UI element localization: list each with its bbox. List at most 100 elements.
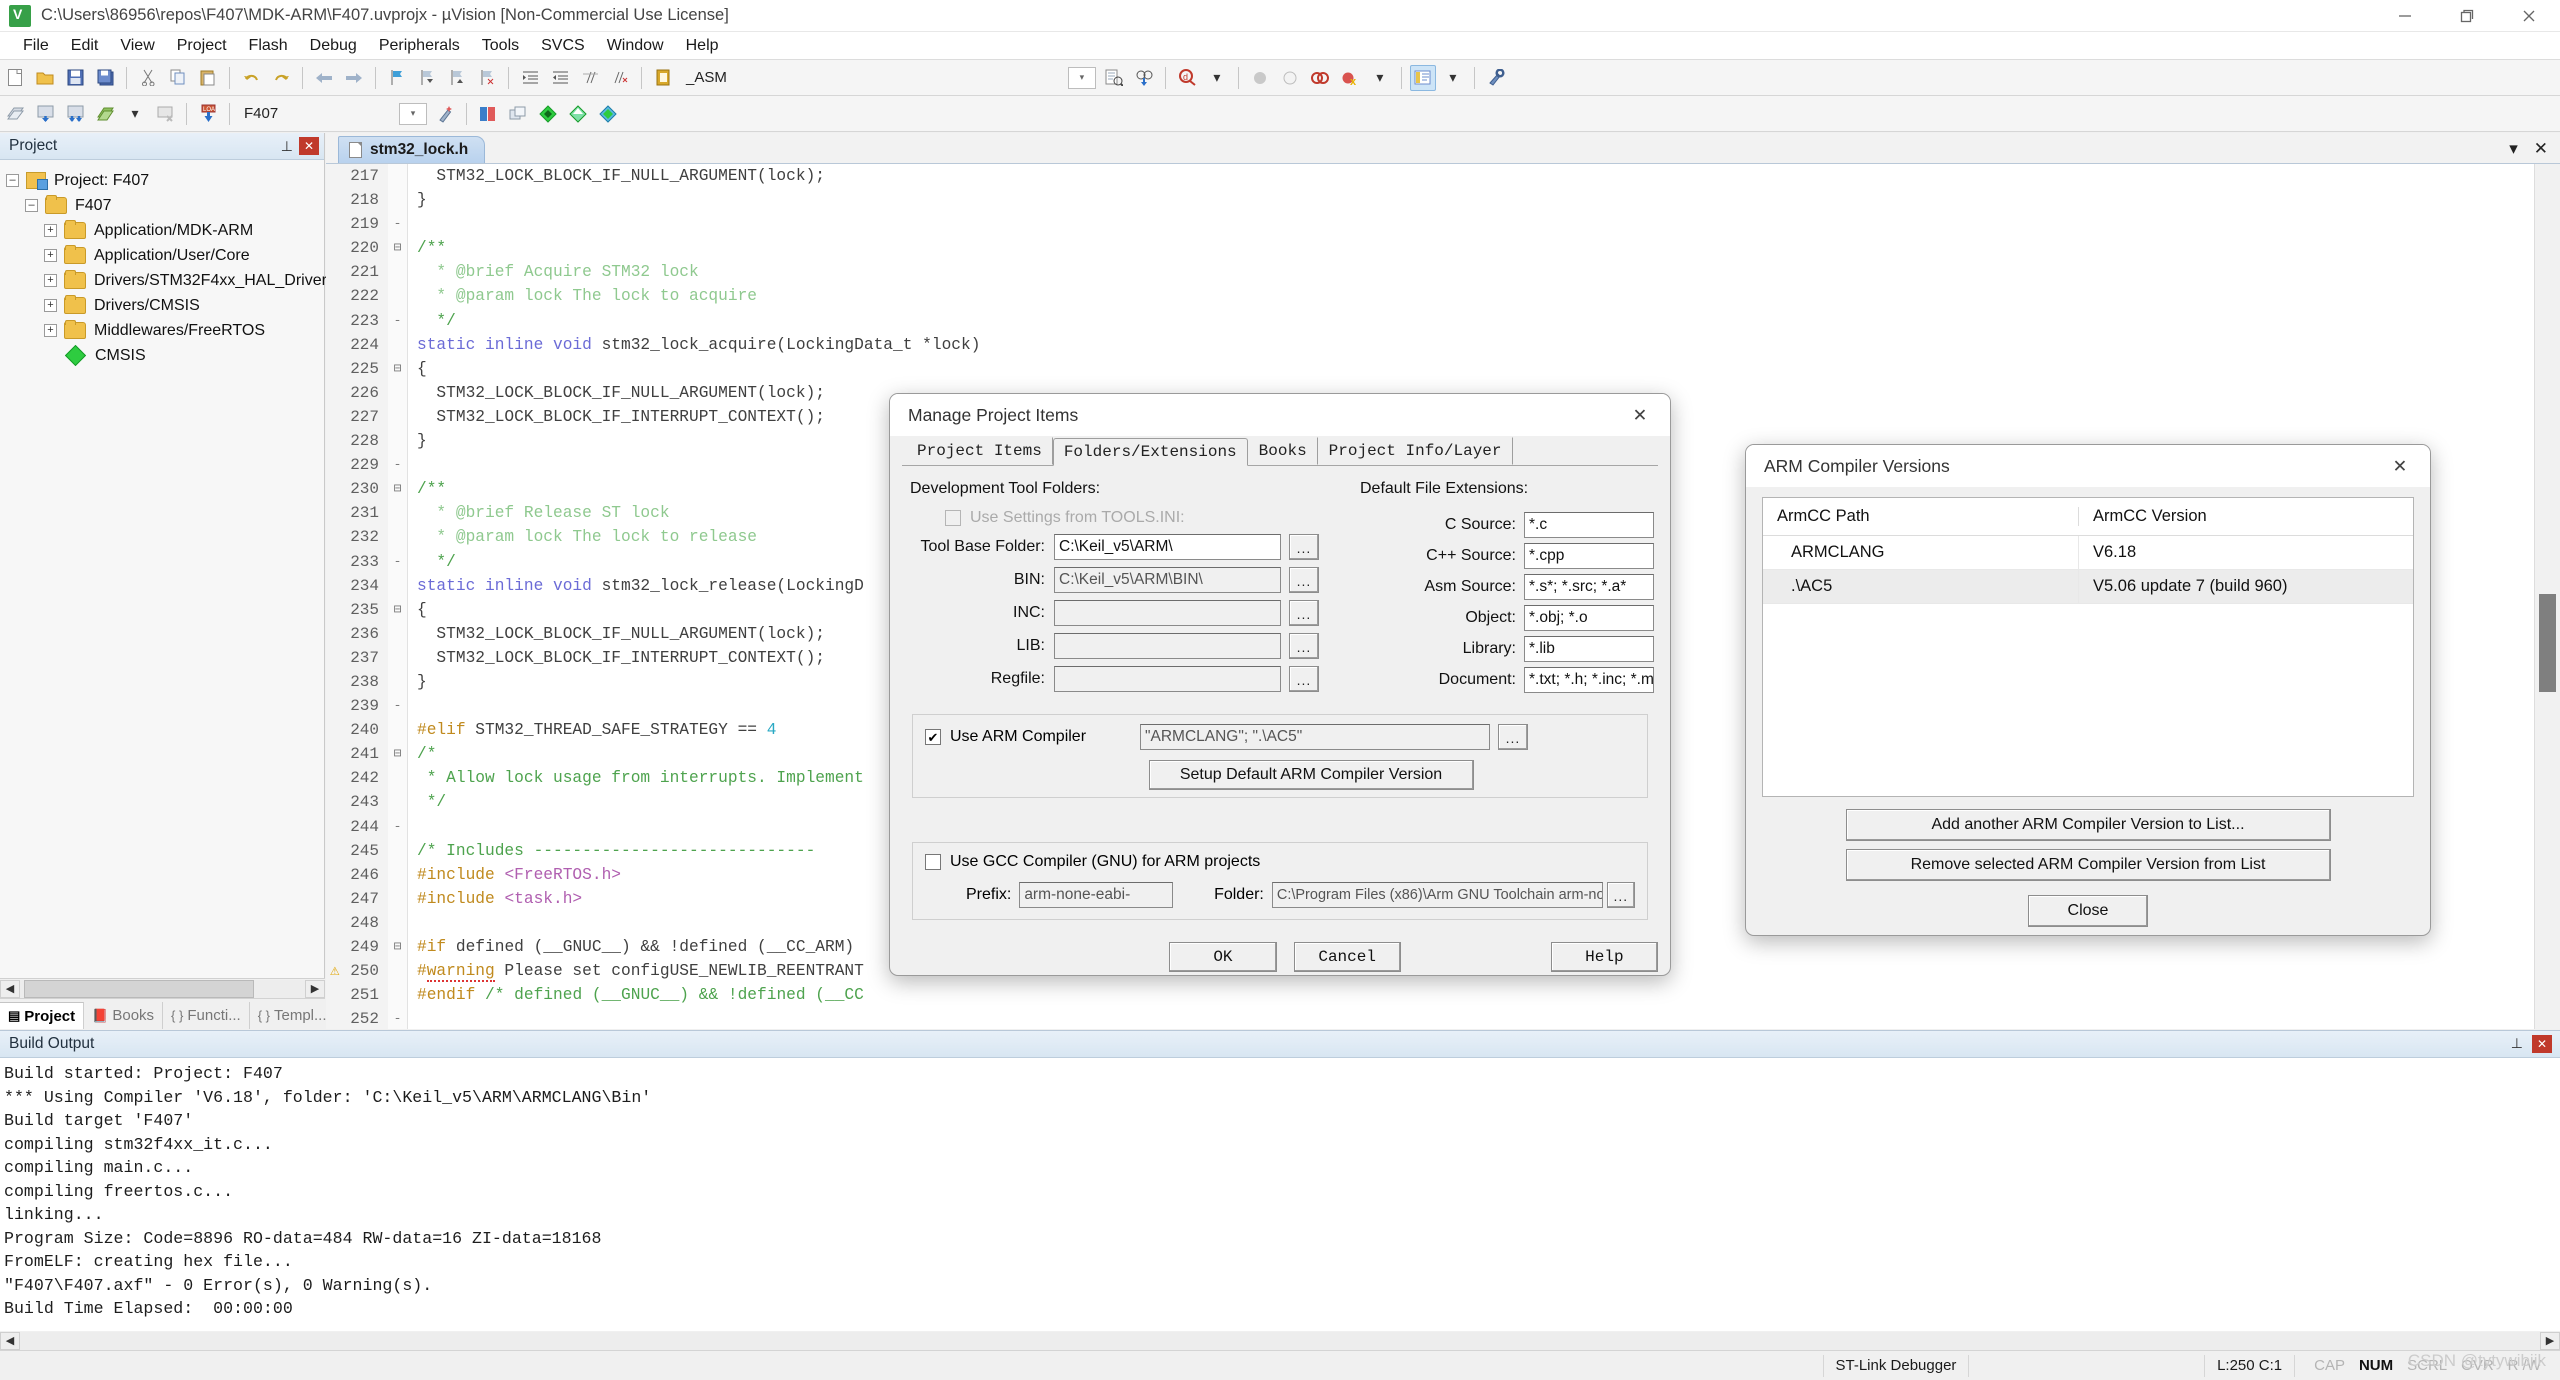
project-window-dropdown-icon[interactable]: ▾ <box>1440 65 1466 91</box>
gcc-folder-input[interactable]: C:\Program Files (x86)\Arm GNU Toolchain… <box>1272 882 1603 908</box>
code-line[interactable]: 217 STM32_LOCK_BLOCK_IF_NULL_ARGUMENT(lo… <box>326 164 2560 188</box>
save-icon[interactable] <box>62 65 88 91</box>
fold-marker[interactable]: - <box>388 550 408 574</box>
manage-runtime-env-icon[interactable] <box>475 101 501 127</box>
ok-button[interactable]: OK <box>1169 942 1276 972</box>
code-line[interactable]: 225⊟{ <box>326 357 2560 381</box>
bookmark-toggle-icon[interactable] <box>384 65 410 91</box>
extension-input-csource[interactable]: *.cpp <box>1524 543 1654 569</box>
configuration-wizard-icon[interactable] <box>1483 65 1509 91</box>
extension-input-csource[interactable]: *.c <box>1524 512 1654 538</box>
navigate-back-icon[interactable] <box>311 65 337 91</box>
code-line[interactable]: 221 * @brief Acquire STM32 lock <box>326 260 2560 284</box>
copy-icon[interactable] <box>165 65 191 91</box>
fold-marker[interactable] <box>388 766 408 790</box>
extension-input-object[interactable]: *.obj; *.o <box>1524 605 1654 631</box>
menu-item-project[interactable]: Project <box>166 34 238 58</box>
breakpoint-empty-icon[interactable] <box>1277 65 1303 91</box>
fold-marker[interactable] <box>388 863 408 887</box>
expand-icon[interactable]: + <box>44 224 57 237</box>
column-header-path[interactable]: ArmCC Path <box>1763 507 2079 526</box>
pack-installer-icon[interactable] <box>535 101 561 127</box>
code-line[interactable]: 220⊟/** <box>326 236 2560 260</box>
project-tab-books[interactable]: 📕Books <box>84 1002 163 1029</box>
gcc-folder-browse-button[interactable]: ... <box>1607 882 1635 908</box>
close-button[interactable]: Close <box>2028 895 2148 927</box>
navigate-forward-icon[interactable] <box>341 65 367 91</box>
options-for-target-icon[interactable] <box>432 101 458 127</box>
folder-input-lib[interactable] <box>1054 633 1281 659</box>
fold-marker[interactable]: - <box>388 1007 408 1029</box>
cancel-button[interactable]: Cancel <box>1294 942 1401 972</box>
dialog-tab-books[interactable]: Books <box>1248 437 1318 465</box>
menu-item-help[interactable]: Help <box>675 34 730 58</box>
fold-marker[interactable] <box>388 381 408 405</box>
arm-compiler-browse-button[interactable]: ... <box>1498 724 1528 750</box>
scroll-left-icon[interactable]: ◀ <box>0 980 20 998</box>
download-to-flash-icon[interactable]: LOAD <box>195 101 221 127</box>
toolbar-dropdown[interactable]: ▾ <box>1068 67 1096 89</box>
batch-build-icon[interactable] <box>92 101 118 127</box>
scroll-thumb[interactable] <box>24 980 254 998</box>
tree-item[interactable]: CMSIS <box>6 343 324 368</box>
tree-item[interactable]: –Project: F407 <box>6 168 324 193</box>
code-line[interactable]: 218} <box>326 188 2560 212</box>
browse-button[interactable]: ... <box>1289 567 1319 593</box>
editor-vscrollbar[interactable] <box>2534 164 2560 1029</box>
folder-input-regfile[interactable] <box>1054 666 1281 692</box>
menu-item-view[interactable]: View <box>109 34 165 58</box>
find-in-files-icon[interactable] <box>1101 65 1127 91</box>
fold-marker[interactable] <box>388 501 408 525</box>
fold-marker[interactable] <box>388 284 408 308</box>
fold-marker[interactable]: ⊟ <box>388 935 408 959</box>
undo-icon[interactable] <box>238 65 264 91</box>
project-tab-functi[interactable]: { }Functi... <box>163 1002 250 1029</box>
column-header-version[interactable]: ArmCC Version <box>2079 507 2207 526</box>
scroll-left-icon[interactable]: ◀ <box>0 1332 20 1350</box>
gcc-prefix-input[interactable]: arm-none-eabi- <box>1019 882 1173 908</box>
scroll-track[interactable] <box>20 980 305 998</box>
compiler-version-row[interactable]: ARMCLANGV6.18 <box>1763 536 2413 570</box>
editor-tab-list-icon[interactable]: ▾ <box>2509 139 2518 159</box>
save-all-icon[interactable] <box>92 65 118 91</box>
code-line[interactable]: 222 * @param lock The lock to acquire <box>326 284 2560 308</box>
build-target-icon[interactable] <box>32 101 58 127</box>
build-hscrollbar[interactable]: ◀ ▶ <box>0 1331 2560 1350</box>
fold-marker[interactable] <box>388 887 408 911</box>
close-icon[interactable]: ✕ <box>1620 399 1660 431</box>
menu-item-peripherals[interactable]: Peripherals <box>368 34 471 58</box>
panel-close-icon[interactable]: ✕ <box>2532 1035 2552 1053</box>
browse-button[interactable]: ... <box>1289 666 1319 692</box>
arm-compiler-value[interactable]: "ARMCLANG"; ".\AC5" <box>1140 724 1490 750</box>
tree-item[interactable]: +Drivers/CMSIS <box>6 293 324 318</box>
project-hscrollbar[interactable]: ◀ ▶ <box>0 978 325 998</box>
scroll-thumb[interactable] <box>2539 594 2556 692</box>
help-button[interactable]: Help <box>1551 942 1658 972</box>
fold-marker[interactable]: - <box>388 453 408 477</box>
remove-compiler-version-button[interactable]: Remove selected ARM Compiler Version fro… <box>1846 849 2331 881</box>
close-icon[interactable]: ✕ <box>2380 450 2420 482</box>
dialog-tab-folders-extensions[interactable]: Folders/Extensions <box>1053 438 1248 466</box>
fold-marker[interactable] <box>388 574 408 598</box>
batch-build-dropdown-icon[interactable]: ▾ <box>122 101 148 127</box>
add-compiler-version-button[interactable]: Add another ARM Compiler Version to List… <box>1846 809 2331 841</box>
pin-icon[interactable]: ⊥ <box>281 138 293 155</box>
editor-close-icon[interactable]: ✕ <box>2534 139 2548 159</box>
compiler-version-row[interactable]: .\AC5V5.06 update 7 (build 960) <box>1763 570 2413 604</box>
project-window-toggle-icon[interactable] <box>1410 65 1436 91</box>
menu-item-tools[interactable]: Tools <box>471 34 530 58</box>
panel-close-icon[interactable]: ✕ <box>299 137 319 155</box>
fold-marker[interactable] <box>388 405 408 429</box>
breakpoint-dropdown-icon[interactable]: ▾ <box>1367 65 1393 91</box>
expand-icon[interactable]: + <box>44 274 57 287</box>
menu-item-svcs[interactable]: SVCS <box>530 34 596 58</box>
fold-marker[interactable]: ⊟ <box>388 477 408 501</box>
tree-item[interactable]: +Drivers/STM32F4xx_HAL_Driver <box>6 268 324 293</box>
expand-icon[interactable]: + <box>44 249 57 262</box>
indent-decrease-icon[interactable] <box>547 65 573 91</box>
cut-icon[interactable] <box>135 65 161 91</box>
code-line[interactable]: 223- */ <box>326 309 2560 333</box>
menu-item-file[interactable]: File <box>12 34 60 58</box>
fold-marker[interactable] <box>388 164 408 188</box>
menu-item-flash[interactable]: Flash <box>238 34 299 58</box>
